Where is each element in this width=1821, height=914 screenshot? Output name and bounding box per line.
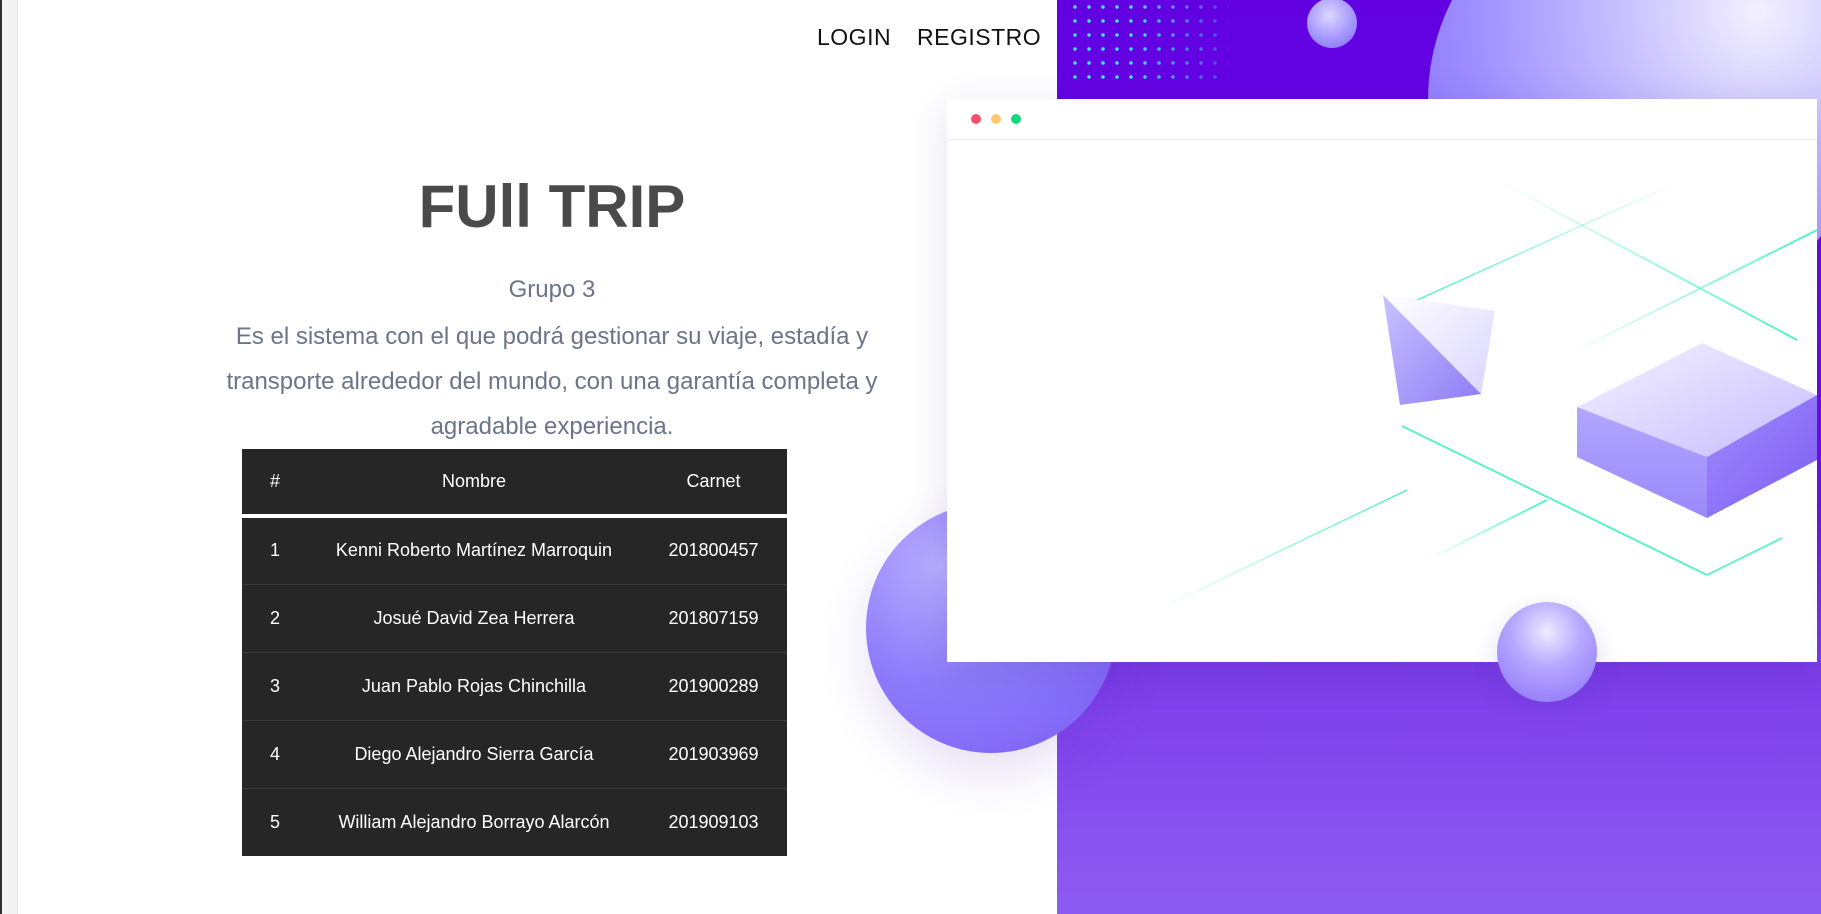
window-left-edge — [0, 0, 18, 914]
nav-registro-link[interactable]: REGISTRO — [917, 24, 1041, 51]
table-row: 3 Juan Pablo Rojas Chinchilla 201900289 — [242, 651, 787, 720]
isometric-shapes-illustration — [1156, 177, 1817, 611]
member-carnet: 201807159 — [640, 583, 787, 652]
column-header-carnet: Carnet — [640, 449, 787, 518]
member-carnet: 201800457 — [668, 540, 759, 561]
member-carnet: 201900289 — [640, 651, 787, 720]
row-number: 4 — [242, 719, 308, 788]
browser-mockup-titlebar — [947, 99, 1817, 140]
nav-login-link[interactable]: LOGIN — [817, 24, 891, 51]
browser-mockup-illustration — [947, 99, 1817, 662]
illustration-line — [1566, 229, 1817, 356]
group-subtitle: Grupo 3 — [508, 276, 596, 303]
window-maximize-dot-icon — [1011, 114, 1021, 124]
illustration-line — [1416, 177, 1688, 301]
page-title: FUll TRIP — [418, 173, 686, 240]
decorative-sphere-small-top — [1307, 0, 1357, 48]
table-row: 1 Kenni Roberto Martínez Marroquin 20180… — [242, 516, 787, 584]
member-name: Diego Alejandro Sierra García — [308, 719, 640, 788]
row-number: 2 — [242, 583, 308, 652]
column-header-number: # — [242, 449, 308, 518]
window-close-dot-icon — [971, 114, 981, 124]
row-number: 3 — [242, 651, 308, 720]
member-name: Juan Pablo Rojas Chinchilla — [308, 651, 640, 720]
row-number: 5 — [242, 787, 308, 856]
column-header-nombre: Nombre — [308, 449, 640, 518]
table-row: 5 William Alejandro Borrayo Alarcón 2019… — [242, 787, 787, 856]
team-members-table: # Nombre Carnet 1 Kenni Roberto Martínez… — [242, 449, 787, 856]
row-number: 1 — [269, 540, 280, 561]
illustration-line — [1706, 537, 1783, 576]
table-row: 2 Josué David Zea Herrera 201807159 — [242, 583, 787, 652]
decorative-sphere-small-bottom — [1497, 602, 1597, 702]
member-name: Kenni Roberto Martínez Marroquin — [335, 540, 613, 561]
table-header-row: # Nombre Carnet — [242, 449, 787, 518]
illustration-line — [1426, 499, 1548, 561]
member-carnet: 201909103 — [640, 787, 787, 856]
member-name: William Alejandro Borrayo Alarcón — [308, 787, 640, 856]
member-name: Josué David Zea Herrera — [308, 583, 640, 652]
window-minimize-dot-icon — [991, 114, 1001, 124]
landing-page: LOGIN REGISTRO FUll TRIP Grupo 3 Es el s… — [0, 0, 1821, 914]
table-row: 4 Diego Alejandro Sierra García 20190396… — [242, 719, 787, 788]
member-carnet: 201903969 — [640, 719, 787, 788]
dot-grid-pattern — [1068, 0, 1228, 82]
illustration-line — [1156, 489, 1408, 611]
hero-description: Es el sistema con el que podrá gestionar… — [226, 323, 878, 440]
